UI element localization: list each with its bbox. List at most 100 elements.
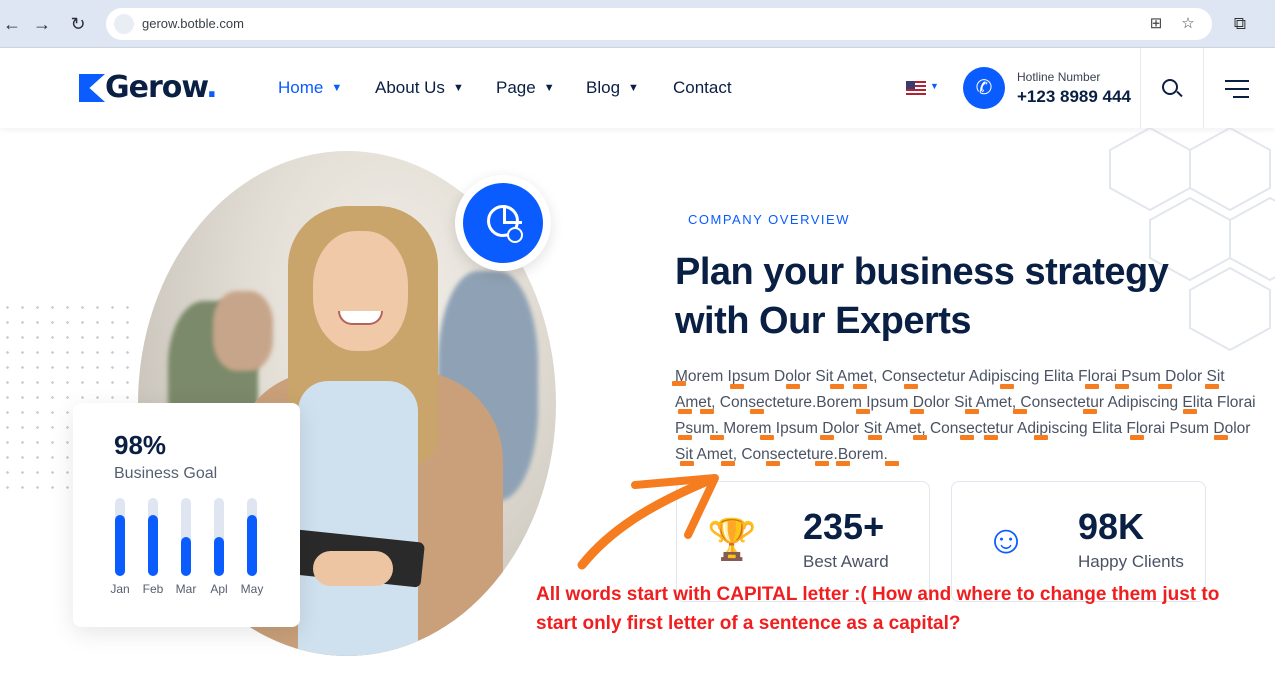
logo-mark-icon	[79, 74, 105, 102]
chart-badge	[455, 175, 551, 271]
capital-marker	[830, 384, 844, 389]
header-divider	[1140, 48, 1141, 128]
capital-marker	[904, 384, 918, 389]
reload-icon[interactable]: ↻	[66, 12, 90, 36]
capital-marker	[853, 384, 867, 389]
business-goal-card: 98% Business Goal Jan Feb Mar Apl May	[73, 403, 300, 627]
nav-home-label: Home	[278, 78, 324, 97]
address-bar[interactable]: gerow.botble.com ⊞ ☆	[106, 8, 1212, 40]
capital-marker	[856, 409, 870, 414]
capital-marker	[678, 409, 692, 414]
site-info-icon[interactable]	[114, 14, 134, 34]
goal-bar-feb	[148, 498, 158, 576]
capital-marker	[678, 435, 692, 440]
capital-marker	[1013, 409, 1027, 414]
url-text[interactable]: gerow.botble.com	[142, 16, 244, 31]
nav-contact-label: Contact	[673, 78, 732, 97]
nav-about-us[interactable]: About Us ▼	[375, 78, 464, 98]
chevron-down-icon: ▼	[543, 82, 555, 94]
nav-blog-label: Blog	[586, 78, 621, 97]
annotation-text: All words start with CAPITAL letter :( H…	[536, 584, 1220, 634]
logo-text: Gerow	[105, 70, 207, 105]
hotline-number[interactable]: +123 8989 444	[1017, 87, 1131, 107]
capital-marker	[750, 409, 764, 414]
capital-marker	[1085, 384, 1099, 389]
capital-marker	[1130, 435, 1144, 440]
goal-value: 98%	[114, 430, 167, 460]
nav-page[interactable]: Page ▼	[496, 78, 555, 98]
nav-home[interactable]: Home ▼	[278, 78, 342, 98]
back-icon[interactable]: ←	[0, 12, 24, 36]
goal-bar-label: Apl	[210, 582, 228, 596]
nav-contact[interactable]: Contact	[673, 78, 732, 98]
capital-marker	[868, 435, 882, 440]
capital-marker	[960, 435, 974, 440]
capital-marker	[836, 461, 850, 466]
us-flag-icon[interactable]	[906, 81, 926, 95]
annotation-arrow	[577, 474, 719, 570]
stat-label: Best Award	[803, 552, 889, 571]
capital-marker	[965, 409, 979, 414]
goal-bar-chart: Jan Feb Mar Apl May	[103, 498, 273, 598]
capital-marker	[1034, 435, 1048, 440]
section-eyebrow: COMPANY OVERVIEW	[688, 212, 850, 227]
capital-marker	[1214, 435, 1228, 440]
stat-value: 98K	[1078, 506, 1145, 547]
capital-marker	[1115, 384, 1129, 389]
capital-marker	[885, 461, 899, 466]
capital-marker	[913, 435, 927, 440]
check-icon	[507, 227, 523, 243]
hamburger-menu-icon[interactable]	[1225, 80, 1249, 98]
translate-icon[interactable]: ⊞	[1146, 14, 1166, 34]
site-header: Gerow. Home ▼ About Us ▼ Page ▼ Blog ▼ Conta…	[0, 48, 1275, 128]
goal-bar-label: Jan	[110, 582, 130, 596]
stat-value: 235+	[803, 506, 885, 547]
browser-toolbar: ← → ↻ gerow.botble.com ⊞ ☆ ⧉	[0, 0, 1275, 48]
goal-bar-fill	[247, 515, 257, 576]
nav-about-label: About Us	[375, 78, 445, 97]
goal-bar-label: Mar	[175, 582, 197, 596]
capital-marker	[700, 409, 714, 414]
goal-bar-label: May	[240, 582, 264, 596]
hotline-label: Hotline Number	[1017, 70, 1101, 84]
chevron-down-icon: ▼	[628, 82, 639, 94]
header-divider	[1203, 48, 1204, 128]
logo-dot: .	[206, 70, 217, 105]
capital-marker	[721, 461, 735, 466]
goal-bar-fill	[148, 515, 158, 576]
capital-marker	[710, 435, 724, 440]
capital-marker	[984, 435, 998, 440]
goal-bar-jan	[115, 498, 125, 576]
goal-bar-may	[247, 498, 257, 576]
goal-bar-apl	[214, 498, 224, 576]
goal-bar-fill	[181, 537, 191, 576]
caret-down-icon[interactable]: ▼	[930, 81, 939, 91]
section-paragraph: Morem Ipsum Dolor Sit Amet, Consectetur …	[675, 368, 1256, 463]
goal-bar-label: Feb	[142, 582, 164, 596]
capital-marker	[815, 461, 829, 466]
capital-marker	[760, 435, 774, 440]
goal-bar-fill	[115, 515, 125, 576]
forward-icon[interactable]: →	[30, 12, 54, 36]
phone-icon[interactable]: ✆	[963, 67, 1005, 109]
goal-bar-mar	[181, 498, 191, 576]
nav-page-label: Page	[496, 78, 536, 97]
search-icon[interactable]	[1162, 79, 1178, 95]
capital-marker	[820, 435, 834, 440]
capital-marker	[766, 461, 780, 466]
capital-marker	[786, 384, 800, 389]
capital-marker	[1000, 384, 1014, 389]
chevron-down-icon: ▼	[331, 82, 343, 94]
chevron-down-icon: ▼	[452, 82, 464, 94]
goal-bar-fill	[214, 537, 224, 576]
puzzle-icon[interactable]: ⧉	[1228, 12, 1252, 36]
capital-marker	[910, 409, 924, 414]
capital-marker	[672, 381, 686, 386]
stat-label: Happy Clients	[1078, 552, 1184, 571]
clients-icon: ☺	[985, 518, 1027, 562]
section-heading: Plan your business strategy with Our Exp…	[675, 251, 1169, 342]
capital-marker	[680, 461, 694, 466]
nav-blog[interactable]: Blog ▼	[586, 78, 639, 98]
capital-marker	[1183, 409, 1197, 414]
star-icon[interactable]: ☆	[1178, 14, 1198, 34]
